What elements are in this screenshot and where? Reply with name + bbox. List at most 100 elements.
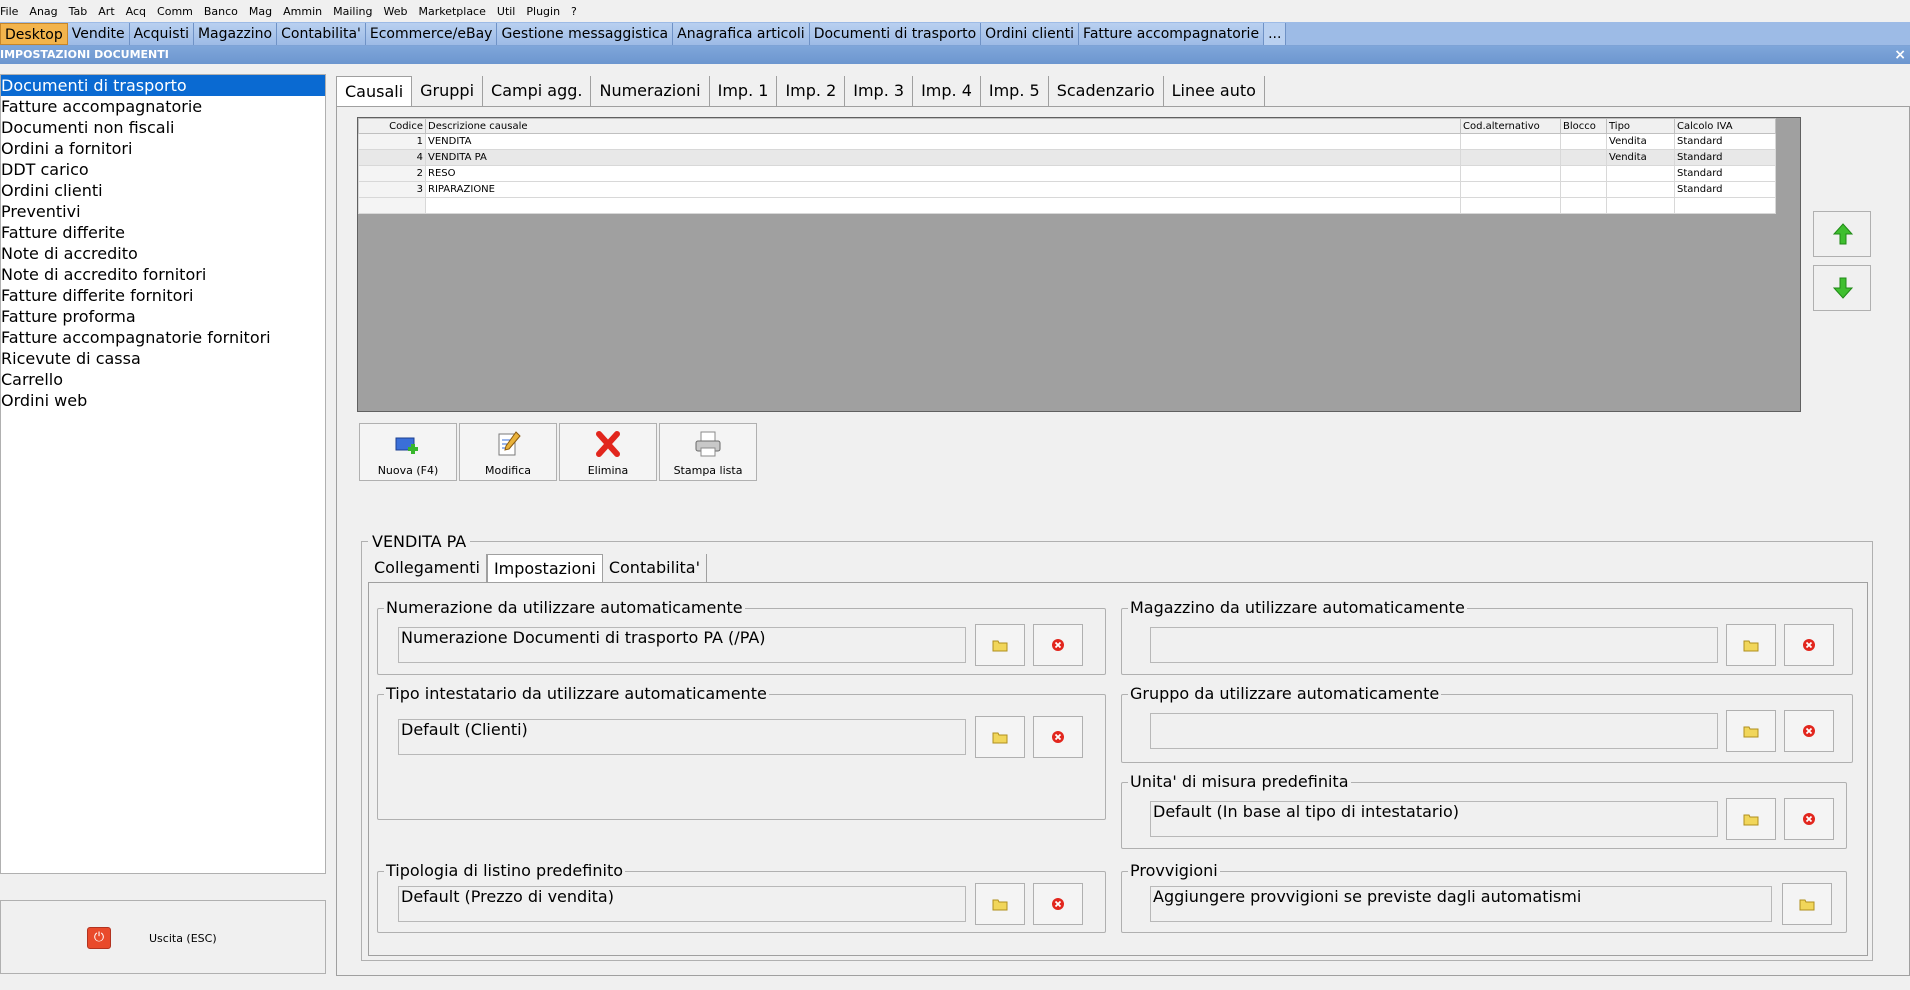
column-header-tipo[interactable]: Tipo: [1606, 118, 1675, 134]
list-item[interactable]: Carrello: [1, 369, 325, 390]
tab-linee-auto[interactable]: Linee auto: [1163, 76, 1265, 106]
column-header-codice[interactable]: Codice: [358, 118, 426, 134]
provvigioni-field[interactable]: Aggiungere provvigioni se previste dagli…: [1150, 886, 1772, 922]
list-item[interactable]: Fatture accompagnatorie fornitori: [1, 327, 325, 348]
provvigioni-browse-button[interactable]: [1782, 883, 1832, 925]
menu-banco[interactable]: Banco: [202, 5, 247, 18]
unita-misura-field[interactable]: Default (In base al tipo di intestatario…: [1150, 801, 1718, 837]
unita-misura-clear-button[interactable]: [1784, 798, 1834, 840]
table-row-empty[interactable]: [358, 197, 1776, 214]
app-tab-magazzino[interactable]: Magazzino: [193, 23, 278, 45]
table-row[interactable]: 4 VENDITA PA Vendita Standard: [358, 149, 1776, 166]
table-row[interactable]: 1 VENDITA Vendita Standard: [358, 133, 1776, 150]
app-tab-ecommerce[interactable]: Ecommerce/eBay: [365, 23, 498, 45]
app-tab-contabilita[interactable]: Contabilita': [277, 23, 366, 45]
tab-causali[interactable]: Causali: [336, 76, 413, 106]
list-item[interactable]: Note di accredito: [1, 243, 325, 264]
list-item[interactable]: Note di accredito fornitori: [1, 264, 325, 285]
menu-mag[interactable]: Mag: [247, 5, 281, 18]
list-item[interactable]: Ordini a fornitori: [1, 138, 325, 159]
menu-help[interactable]: ?: [569, 5, 586, 18]
magazzino-field[interactable]: [1150, 627, 1718, 663]
column-header-calcolo-iva[interactable]: Calcolo IVA: [1674, 118, 1776, 134]
list-item[interactable]: Documenti non fiscali: [1, 117, 325, 138]
column-header-blocco[interactable]: Blocco: [1560, 118, 1607, 134]
tab-numerazioni[interactable]: Numerazioni: [591, 76, 710, 106]
list-item[interactable]: Ordini web: [1, 390, 325, 411]
close-icon[interactable]: ×: [1894, 46, 1906, 64]
app-tab-ordini-clienti[interactable]: Ordini clienti: [981, 23, 1080, 45]
app-tab-acquisti[interactable]: Acquisti: [129, 23, 194, 45]
list-item[interactable]: DDT carico: [1, 159, 325, 180]
move-up-button[interactable]: [1813, 211, 1871, 257]
app-tab-anagrafica-articoli[interactable]: Anagrafica articoli: [673, 23, 810, 45]
tab-collegamenti[interactable]: Collegamenti: [368, 554, 487, 582]
menu-file[interactable]: File: [0, 5, 27, 18]
menu-marketplace[interactable]: Marketplace: [416, 5, 494, 18]
unita-misura-browse-button[interactable]: [1726, 798, 1776, 840]
tab-contabilita[interactable]: Contabilita': [603, 554, 707, 582]
list-item[interactable]: Documenti di trasporto: [1, 75, 325, 96]
column-header-descrizione[interactable]: Descrizione causale: [425, 118, 1461, 134]
tab-gruppi[interactable]: Gruppi: [412, 76, 484, 106]
menu-tab[interactable]: Tab: [67, 5, 97, 18]
exit-label[interactable]: Uscita (ESC): [149, 932, 217, 945]
app-tab-documenti-trasporto[interactable]: Documenti di trasporto: [809, 23, 982, 45]
new-button[interactable]: Nuova (F4): [359, 423, 457, 481]
listino-browse-button[interactable]: [975, 883, 1025, 925]
gruppo-browse-button[interactable]: [1726, 710, 1776, 752]
menu-util[interactable]: Util: [495, 5, 524, 18]
list-item[interactable]: Ordini clienti: [1, 180, 325, 201]
numerazione-browse-button[interactable]: [975, 624, 1025, 666]
provvigioni-group: Provvigioni Aggiungere provvigioni se pr…: [1121, 861, 1847, 933]
app-tab-desktop[interactable]: Desktop: [0, 23, 68, 45]
app-tab-fatture-accompagnatorie[interactable]: Fatture accompagnatorie: [1079, 23, 1265, 45]
tab-imp-5[interactable]: Imp. 5: [980, 76, 1049, 106]
menu-art[interactable]: Art: [96, 5, 123, 18]
gruppo-clear-button[interactable]: [1784, 710, 1834, 752]
magazzino-clear-button[interactable]: [1784, 624, 1834, 666]
list-item[interactable]: Preventivi: [1, 201, 325, 222]
app-tab-vendite[interactable]: Vendite: [67, 23, 130, 45]
numerazione-clear-button[interactable]: [1033, 624, 1083, 666]
tab-imp-2[interactable]: Imp. 2: [777, 76, 846, 106]
gruppo-field[interactable]: [1150, 713, 1718, 749]
app-tab-more[interactable]: ...: [1264, 23, 1287, 45]
causali-grid[interactable]: Codice Descrizione causale Cod.alternati…: [357, 117, 1801, 412]
power-icon[interactable]: ⏻: [87, 927, 111, 949]
tab-campi-agg[interactable]: Campi agg.: [483, 76, 592, 106]
delete-button[interactable]: Elimina: [559, 423, 657, 481]
tab-imp-3[interactable]: Imp. 3: [845, 76, 914, 106]
tipo-intestatario-browse-button[interactable]: [975, 716, 1025, 758]
tab-scadenzario[interactable]: Scadenzario: [1048, 76, 1164, 106]
menu-mailing[interactable]: Mailing: [331, 5, 381, 18]
list-item[interactable]: Fatture differite fornitori: [1, 285, 325, 306]
list-item[interactable]: Fatture differite: [1, 222, 325, 243]
tipo-intestatario-field[interactable]: Default (Clienti): [398, 719, 966, 755]
tab-imp-4[interactable]: Imp. 4: [913, 76, 981, 106]
table-row[interactable]: 2 RESO Standard: [358, 165, 1776, 182]
listino-clear-button[interactable]: [1033, 883, 1083, 925]
table-row[interactable]: 3 RIPARAZIONE Standard: [358, 181, 1776, 198]
tab-imp-1[interactable]: Imp. 1: [709, 76, 778, 106]
menu-plugin[interactable]: Plugin: [524, 5, 569, 18]
print-list-button[interactable]: Stampa lista: [659, 423, 757, 481]
magazzino-browse-button[interactable]: [1726, 624, 1776, 666]
numerazione-field[interactable]: Numerazione Documenti di trasporto PA (/…: [398, 627, 966, 663]
move-down-button[interactable]: [1813, 265, 1871, 311]
column-header-cod-alternativo[interactable]: Cod.alternativo: [1460, 118, 1561, 134]
tab-impostazioni[interactable]: Impostazioni: [486, 554, 603, 582]
app-tab-messaggistica[interactable]: Gestione messaggistica: [497, 23, 674, 45]
tipo-intestatario-clear-button[interactable]: [1033, 716, 1083, 758]
edit-button[interactable]: Modifica: [459, 423, 557, 481]
menu-acq[interactable]: Acq: [124, 5, 155, 18]
menu-ammin[interactable]: Ammin: [281, 5, 331, 18]
listino-group: Tipologia di listino predefinito Default…: [377, 861, 1106, 933]
menu-comm[interactable]: Comm: [155, 5, 202, 18]
list-item[interactable]: Fatture proforma: [1, 306, 325, 327]
list-item[interactable]: Fatture accompagnatorie: [1, 96, 325, 117]
list-item[interactable]: Ricevute di cassa: [1, 348, 325, 369]
listino-field[interactable]: Default (Prezzo di vendita): [398, 886, 966, 922]
menu-anag[interactable]: Anag: [27, 5, 66, 18]
menu-web[interactable]: Web: [381, 5, 416, 18]
